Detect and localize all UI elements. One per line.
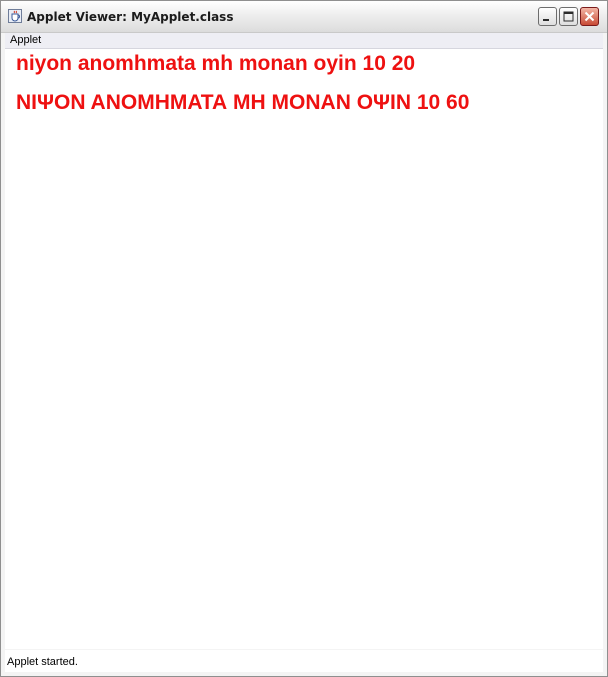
applet-canvas[interactable]: niyon anomhmata mh monan oyin 10 20 ΝΙΨΟ… [5, 49, 603, 649]
close-icon [584, 11, 595, 22]
menu-bar: Applet [5, 33, 603, 49]
java-cup-icon [8, 9, 22, 23]
applet-text-line-lowercase: niyon anomhmata mh monan oyin 10 20 [16, 52, 416, 75]
menu-applet[interactable]: Applet [10, 34, 41, 47]
maximize-icon [563, 11, 574, 22]
applet-text-line-uppercase: ΝΙΨΟΝ ΑΝΟΜΗΜΑΤΑ ΜΗ ΜΟΝΑΝ ΟΨΙΝ 10 60 [16, 91, 470, 114]
window-title: Applet Viewer: MyApplet.class [27, 10, 234, 24]
maximize-button[interactable] [559, 7, 578, 26]
close-button[interactable] [580, 7, 599, 26]
status-bar: Applet started. [5, 650, 603, 672]
minimize-icon [543, 19, 549, 21]
title-bar[interactable]: Applet Viewer: MyApplet.class [1, 1, 607, 33]
status-text: Applet started. [7, 656, 78, 668]
applet-viewer-window: Applet Viewer: MyApplet.class Applet niy… [0, 0, 608, 677]
minimize-button[interactable] [538, 7, 557, 26]
